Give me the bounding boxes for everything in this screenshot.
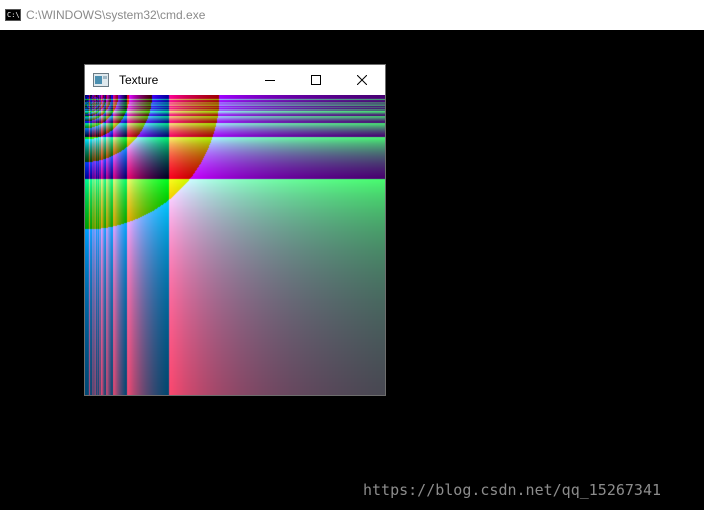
window-app-icon [93, 73, 109, 87]
texture-window[interactable]: Texture [84, 64, 386, 396]
texture-titlebar[interactable]: Texture [85, 65, 385, 95]
cmd-icon: C:\ [5, 9, 21, 21]
texture-render-canvas [85, 95, 385, 395]
close-button[interactable] [339, 65, 385, 95]
cmd-window-title: C:\WINDOWS\system32\cmd.exe [26, 8, 206, 22]
maximize-button[interactable] [293, 65, 339, 95]
watermark-url: https://blog.csdn.net/qq_15267341 [363, 481, 662, 499]
close-icon [357, 75, 367, 85]
maximize-icon [311, 75, 321, 85]
minimize-icon [265, 80, 275, 81]
texture-window-title: Texture [119, 73, 159, 87]
cmd-titlebar[interactable]: C:\ C:\WINDOWS\system32\cmd.exe [0, 0, 704, 30]
minimize-button[interactable] [247, 65, 293, 95]
